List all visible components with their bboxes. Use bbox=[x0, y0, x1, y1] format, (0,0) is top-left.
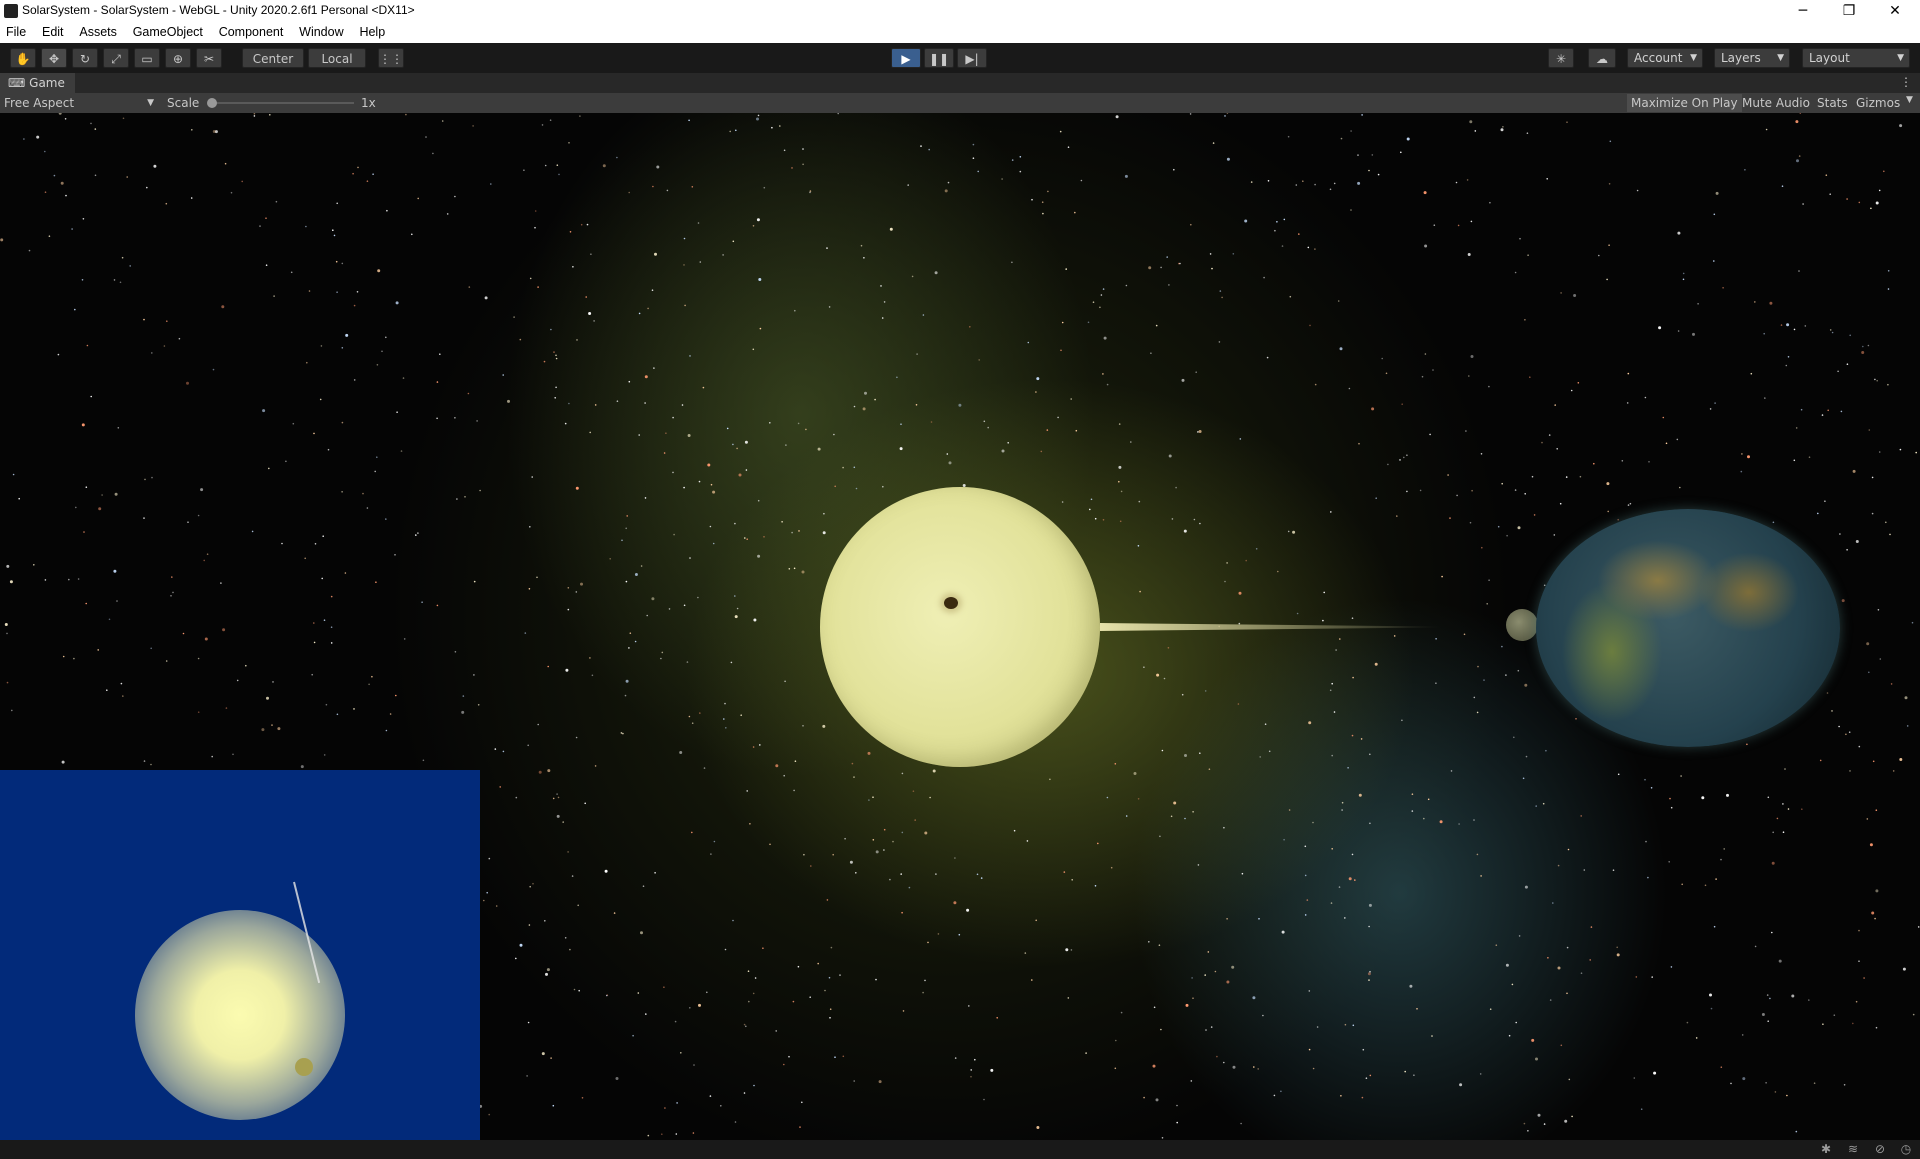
mute-audio-toggle[interactable]: Mute Audio bbox=[1742, 93, 1810, 113]
scale-value: 1x bbox=[361, 96, 376, 110]
chevron-down-icon: ▼ bbox=[1897, 53, 1904, 63]
scale-slider-track[interactable] bbox=[207, 98, 354, 108]
move-icon: ✥ bbox=[48, 52, 60, 66]
window-title-bar: SolarSystem - SolarSystem - WebGL - Unit… bbox=[0, 0, 1920, 22]
grid-snap-icon: ⋮⋮ bbox=[379, 52, 403, 66]
rotate-icon: ↻ bbox=[79, 52, 91, 66]
custom-tool-button[interactable]: ✂ bbox=[196, 48, 222, 68]
space-label: Local bbox=[321, 52, 353, 66]
minimap-planet bbox=[295, 1058, 313, 1076]
aspect-dropdown[interactable]: Free Aspect ▼ bbox=[4, 93, 154, 113]
chevron-down-icon: ▼ bbox=[1690, 53, 1697, 63]
pivot-center-button[interactable]: Center bbox=[242, 48, 304, 68]
main-toolbar: ✋ ✥ ↻ ⤢ ▭ ⊕ ✂ Center Local ⋮⋮ ▶ ❚❚ ▶| ✳ … bbox=[0, 43, 1920, 73]
restore-button[interactable]: ❐ bbox=[1826, 0, 1872, 22]
menu-component[interactable]: Component bbox=[213, 22, 290, 43]
menu-window[interactable]: Window bbox=[293, 22, 349, 43]
collab-icon: ✳ bbox=[1555, 52, 1567, 66]
step-icon: ▶| bbox=[965, 52, 979, 66]
pause-button[interactable]: ❚❚ bbox=[924, 48, 954, 68]
menu-assets[interactable]: Assets bbox=[73, 22, 123, 43]
network-icon[interactable]: ⊘ bbox=[1872, 1142, 1888, 1156]
account-label: Account bbox=[1634, 51, 1683, 65]
game-tab-bar: ⌨ Game ⋮ bbox=[0, 73, 1920, 94]
layout-dropdown[interactable]: Layout ▼ bbox=[1802, 48, 1910, 68]
minimize-button[interactable]: ─ bbox=[1780, 0, 1826, 22]
aspect-label: Free Aspect bbox=[4, 96, 75, 110]
minimap-view bbox=[0, 770, 480, 1140]
account-dropdown[interactable]: Account ▼ bbox=[1627, 48, 1703, 68]
gamepad-icon: ⌨ bbox=[8, 76, 30, 90]
scale-tool-button[interactable]: ⤢ bbox=[103, 48, 129, 68]
layers-dropdown[interactable]: Layers ▼ bbox=[1714, 48, 1790, 68]
stats-toggle[interactable]: Stats bbox=[1817, 93, 1848, 113]
rotate-tool-button[interactable]: ↻ bbox=[72, 48, 98, 68]
menu-file[interactable]: File bbox=[0, 22, 32, 43]
snap-button[interactable]: ⋮⋮ bbox=[378, 48, 404, 68]
chevron-down-icon: ▼ bbox=[1777, 53, 1784, 63]
sun-sphere bbox=[820, 487, 1100, 767]
gizmos-toggle[interactable]: Gizmos bbox=[1856, 93, 1900, 113]
tab-menu-icon[interactable]: ⋮ bbox=[1900, 75, 1912, 89]
scale-icon: ⤢ bbox=[111, 52, 121, 66]
menu-gameobject[interactable]: GameObject bbox=[127, 22, 209, 43]
game-view-toolbar: Free Aspect ▼ Scale 1x Maximize On Play … bbox=[0, 93, 1920, 114]
step-button[interactable]: ▶| bbox=[957, 48, 987, 68]
window-title: SolarSystem - SolarSystem - WebGL - Unit… bbox=[22, 3, 415, 17]
pause-icon: ❚❚ bbox=[928, 52, 950, 66]
maximize-on-play-toggle[interactable]: Maximize On Play bbox=[1627, 94, 1742, 112]
rect-icon: ▭ bbox=[141, 52, 153, 66]
play-button[interactable]: ▶ bbox=[891, 48, 921, 68]
menu-edit[interactable]: Edit bbox=[36, 22, 70, 43]
menu-help[interactable]: Help bbox=[353, 22, 391, 43]
collab-button[interactable]: ✳ bbox=[1548, 48, 1574, 68]
custom-tool-icon: ✂ bbox=[203, 52, 215, 66]
sunspot bbox=[944, 597, 958, 609]
pivot-local-button[interactable]: Local bbox=[308, 48, 366, 68]
cloud-icon: ☁ bbox=[1596, 52, 1608, 66]
close-button[interactable]: ✕ bbox=[1872, 0, 1918, 22]
minimap-sun bbox=[135, 910, 345, 1120]
transform-tool-button[interactable]: ⊕ bbox=[165, 48, 191, 68]
scale-label: Scale bbox=[167, 96, 200, 110]
clock-icon[interactable]: ◷ bbox=[1898, 1142, 1914, 1156]
play-icon: ▶ bbox=[901, 52, 911, 66]
hand-tool-button[interactable]: ✋ bbox=[10, 48, 36, 68]
rect-tool-button[interactable]: ▭ bbox=[134, 48, 160, 68]
layout-label: Layout bbox=[1809, 51, 1850, 65]
moon-sphere bbox=[1506, 609, 1538, 641]
transform-icon: ⊕ bbox=[172, 52, 184, 66]
pivot-label: Center bbox=[252, 52, 294, 66]
layers-label: Layers bbox=[1721, 51, 1761, 65]
status-bar: ✱ ≋ ⊘ ◷ bbox=[0, 1140, 1920, 1159]
move-tool-button[interactable]: ✥ bbox=[41, 48, 67, 68]
tab-game[interactable]: ⌨ Game bbox=[0, 73, 75, 93]
bug-icon[interactable]: ✱ bbox=[1818, 1142, 1834, 1156]
gizmos-chevron-icon[interactable]: ▼ bbox=[1906, 95, 1913, 105]
chevron-down-icon: ▼ bbox=[147, 98, 154, 108]
unity-logo-icon bbox=[4, 4, 18, 18]
cloud-button[interactable]: ☁ bbox=[1588, 48, 1616, 68]
menu-bar: File Edit Assets GameObject Component Wi… bbox=[0, 22, 1920, 44]
earth-sphere bbox=[1536, 509, 1840, 747]
scale-slider-thumb[interactable] bbox=[207, 98, 217, 108]
layers-icon[interactable]: ≋ bbox=[1845, 1142, 1861, 1156]
tab-game-label: Game bbox=[29, 76, 65, 90]
hand-icon: ✋ bbox=[15, 52, 31, 66]
